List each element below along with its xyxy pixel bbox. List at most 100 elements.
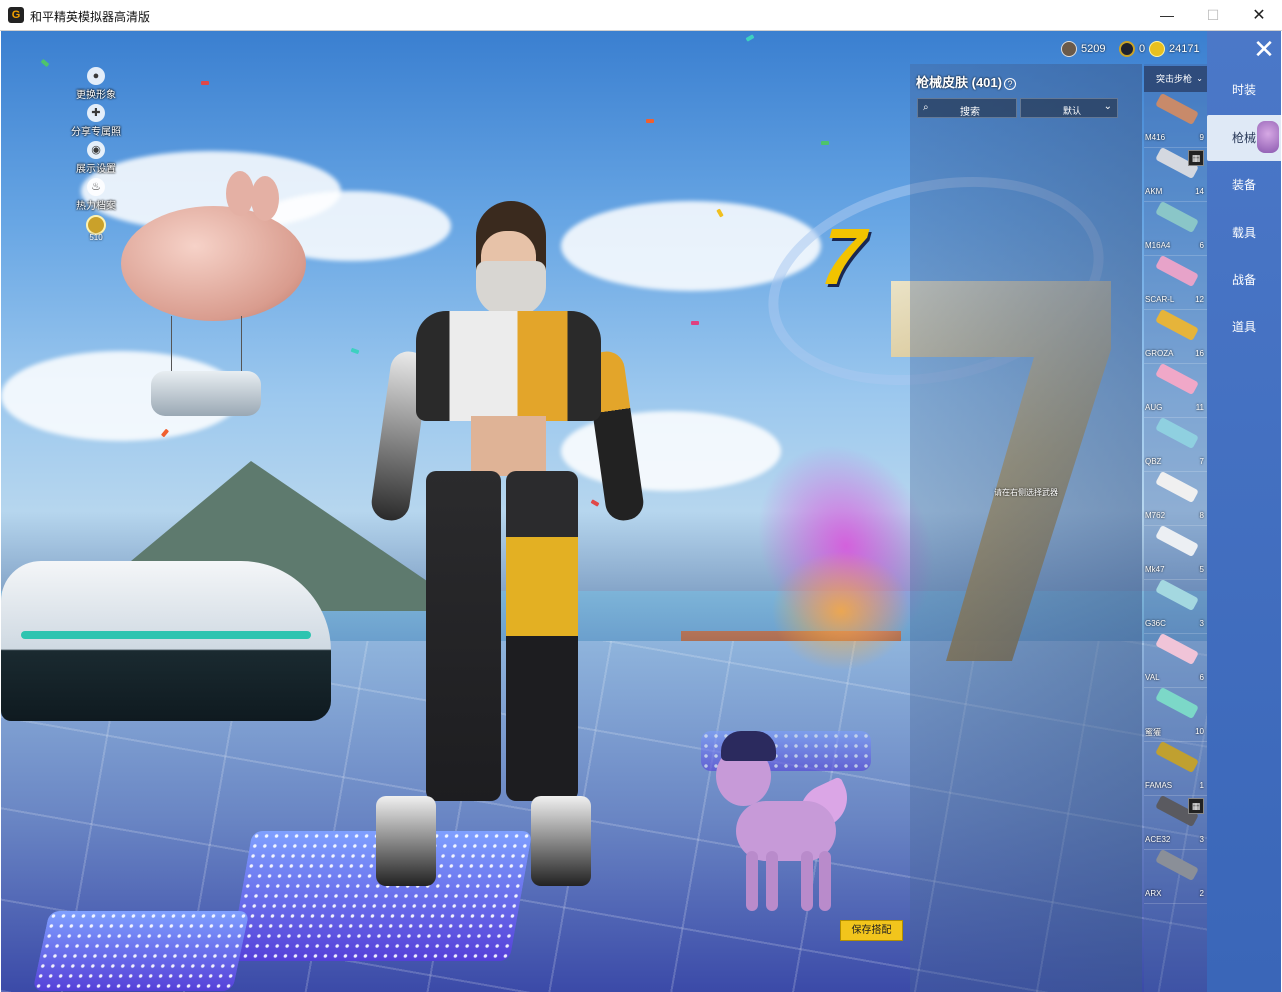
confetti (821, 141, 829, 145)
flame-icon: ♨ (87, 178, 105, 196)
category-tab-bar: ✕ 时装 枪械 装备 载具 战备 道具 (1207, 31, 1281, 992)
confetti (691, 321, 699, 325)
currency-value: 0 (1139, 43, 1146, 55)
game-viewport[interactable]: 7 ● 更换形象 ✚ 分享专属照 ◉ 展示设置 ♨ 热力档案 510 5209 … (1, 31, 1281, 992)
weapon-item[interactable]: 蜜獾 10 (1144, 686, 1207, 742)
weapon-name: QBZ (1145, 457, 1162, 466)
rope (171, 316, 172, 371)
confetti (350, 347, 360, 355)
tab-weapons[interactable]: 枪械 (1207, 115, 1281, 161)
save-outfit-button[interactable]: 保存搭配 (840, 920, 903, 941)
weapon-name: M762 (1145, 511, 1166, 520)
confetti (745, 34, 755, 42)
pony-leg (766, 851, 778, 911)
weapon-item[interactable]: QBZ 7 (1144, 416, 1207, 472)
weapon-name: VAL (1145, 673, 1160, 682)
menu-label: 展示设置 (76, 164, 116, 175)
weapon-skin-count: 1 (1199, 781, 1204, 790)
minimize-button[interactable]: — (1144, 0, 1190, 31)
weapon-skin-panel: 枪械皮肤 (401)? ⌕ 搜索 默认 ⌄ 请在右侧选择武器 (910, 64, 1142, 992)
character-boot (376, 796, 436, 886)
weapon-item[interactable]: ▦ AKM 14 (1144, 146, 1207, 202)
balloon-ear (251, 176, 279, 221)
tab-label: 时装 (1231, 83, 1256, 97)
weapon-name: 蜜獾 (1145, 728, 1161, 737)
tab-fashion[interactable]: 时装 (1207, 67, 1281, 113)
weapon-item[interactable]: M16A4 6 (1144, 200, 1207, 256)
help-icon[interactable]: ? (1003, 78, 1016, 90)
menu-label: 热力档案 (76, 201, 116, 212)
rifle-icon (1155, 92, 1199, 126)
weapon-item[interactable]: SCAR-L 12 (1144, 254, 1207, 310)
rifle-icon (1155, 470, 1199, 504)
pony-pet[interactable] (701, 731, 861, 916)
weapon-skin-count: 10 (1195, 727, 1204, 736)
currency-token[interactable]: 0 (1119, 40, 1145, 58)
coin-dark-icon (1061, 41, 1077, 57)
weapon-name: Mk47 (1145, 565, 1165, 574)
weapon-item[interactable]: G36C 3 (1144, 578, 1207, 634)
tab-equipment[interactable]: 装备 (1207, 162, 1281, 208)
balloon-ear (226, 171, 254, 216)
weapon-item[interactable]: Mk47 5 (1144, 524, 1207, 580)
rifle-icon (1155, 254, 1199, 288)
menu-label: 分享专属照 (71, 127, 121, 138)
weapon-item[interactable]: M762 8 (1144, 470, 1207, 526)
currency-gold[interactable]: 24171 (1149, 40, 1200, 58)
currency-dark-coin[interactable]: 5209 (1061, 40, 1105, 58)
search-icon: ⌕ (923, 102, 929, 113)
character-jacket (416, 311, 601, 421)
rifle-icon (1155, 200, 1199, 234)
close-icon[interactable]: ✕ (1247, 35, 1281, 63)
weapon-skin-count: 3 (1199, 835, 1204, 844)
weapon-item[interactable]: M416 9 (1144, 92, 1207, 148)
weapon-item[interactable]: VAL 6 (1144, 632, 1207, 688)
character-boot (531, 796, 591, 886)
currency-value: 24171 (1169, 43, 1200, 55)
weapon-name: GROZA (1145, 349, 1174, 358)
maximize-button[interactable]: ☐ (1190, 0, 1236, 31)
weapon-skin-count: 12 (1195, 295, 1204, 304)
confetti (646, 119, 654, 123)
tab-label: 载具 (1231, 226, 1256, 240)
confetti (40, 58, 50, 68)
window-close-button[interactable]: ✕ (1236, 0, 1282, 31)
weapon-name: FAMAS (1145, 781, 1173, 790)
display-settings-button[interactable]: ◉ 展示设置 (61, 141, 131, 178)
weapon-name: SCAR-L (1145, 295, 1175, 304)
weapon-name: G36C (1145, 619, 1166, 628)
tab-combat-gear[interactable]: 战备 (1207, 257, 1281, 303)
weapon-item[interactable]: GROZA 16 (1144, 308, 1207, 364)
character-leg (506, 471, 578, 801)
character-leg (426, 471, 501, 801)
share-photo-button[interactable]: ✚ 分享专属照 (61, 104, 131, 141)
person-icon: ● (87, 67, 105, 85)
glow-tile (32, 911, 250, 991)
rifle-icon (1155, 416, 1199, 450)
weapon-skin-count: 9 (1199, 133, 1204, 142)
player-character[interactable] (369, 201, 646, 891)
weapon-item[interactable]: ▦ ACE32 3 (1144, 794, 1207, 850)
search-input[interactable]: ⌕ 搜索 (917, 98, 1017, 118)
medal-badge-button[interactable]: 510 (61, 215, 131, 252)
tab-items[interactable]: 道具 (1207, 304, 1281, 350)
weapon-category-dropdown[interactable]: 突击步枪 ⌄ (1144, 66, 1207, 92)
sports-car (1, 561, 331, 721)
weapon-item[interactable]: ARX 2 (1144, 848, 1207, 904)
menu-label: 更换形象 (76, 90, 116, 101)
weapon-skin-count: 7 (1199, 457, 1204, 466)
medal-icon (86, 215, 106, 235)
coin-token-icon (1119, 41, 1135, 57)
weapon-skin-count: 2 (1199, 889, 1204, 898)
weapon-item[interactable]: AUG 11 (1144, 362, 1207, 418)
weapon-skin-count: 14 (1195, 187, 1204, 196)
pony-mane (721, 731, 776, 761)
weapon-item[interactable]: FAMAS 1 (1144, 740, 1207, 796)
change-appearance-button[interactable]: ● 更换形象 (61, 67, 131, 104)
rifle-icon (1155, 848, 1199, 882)
panel-title-text: 枪械皮肤 (401) (916, 75, 1002, 90)
tab-vehicles[interactable]: 载具 (1207, 210, 1281, 256)
weapon-list-column: 突击步枪 ⌄ M416 9 ▦ AKM 14 M16A4 6 SCAR-L 12 GROZA 16 A… (1144, 64, 1207, 992)
heat-profile-button[interactable]: ♨ 热力档案 (61, 178, 131, 215)
sort-dropdown[interactable]: 默认 ⌄ (1020, 98, 1118, 118)
